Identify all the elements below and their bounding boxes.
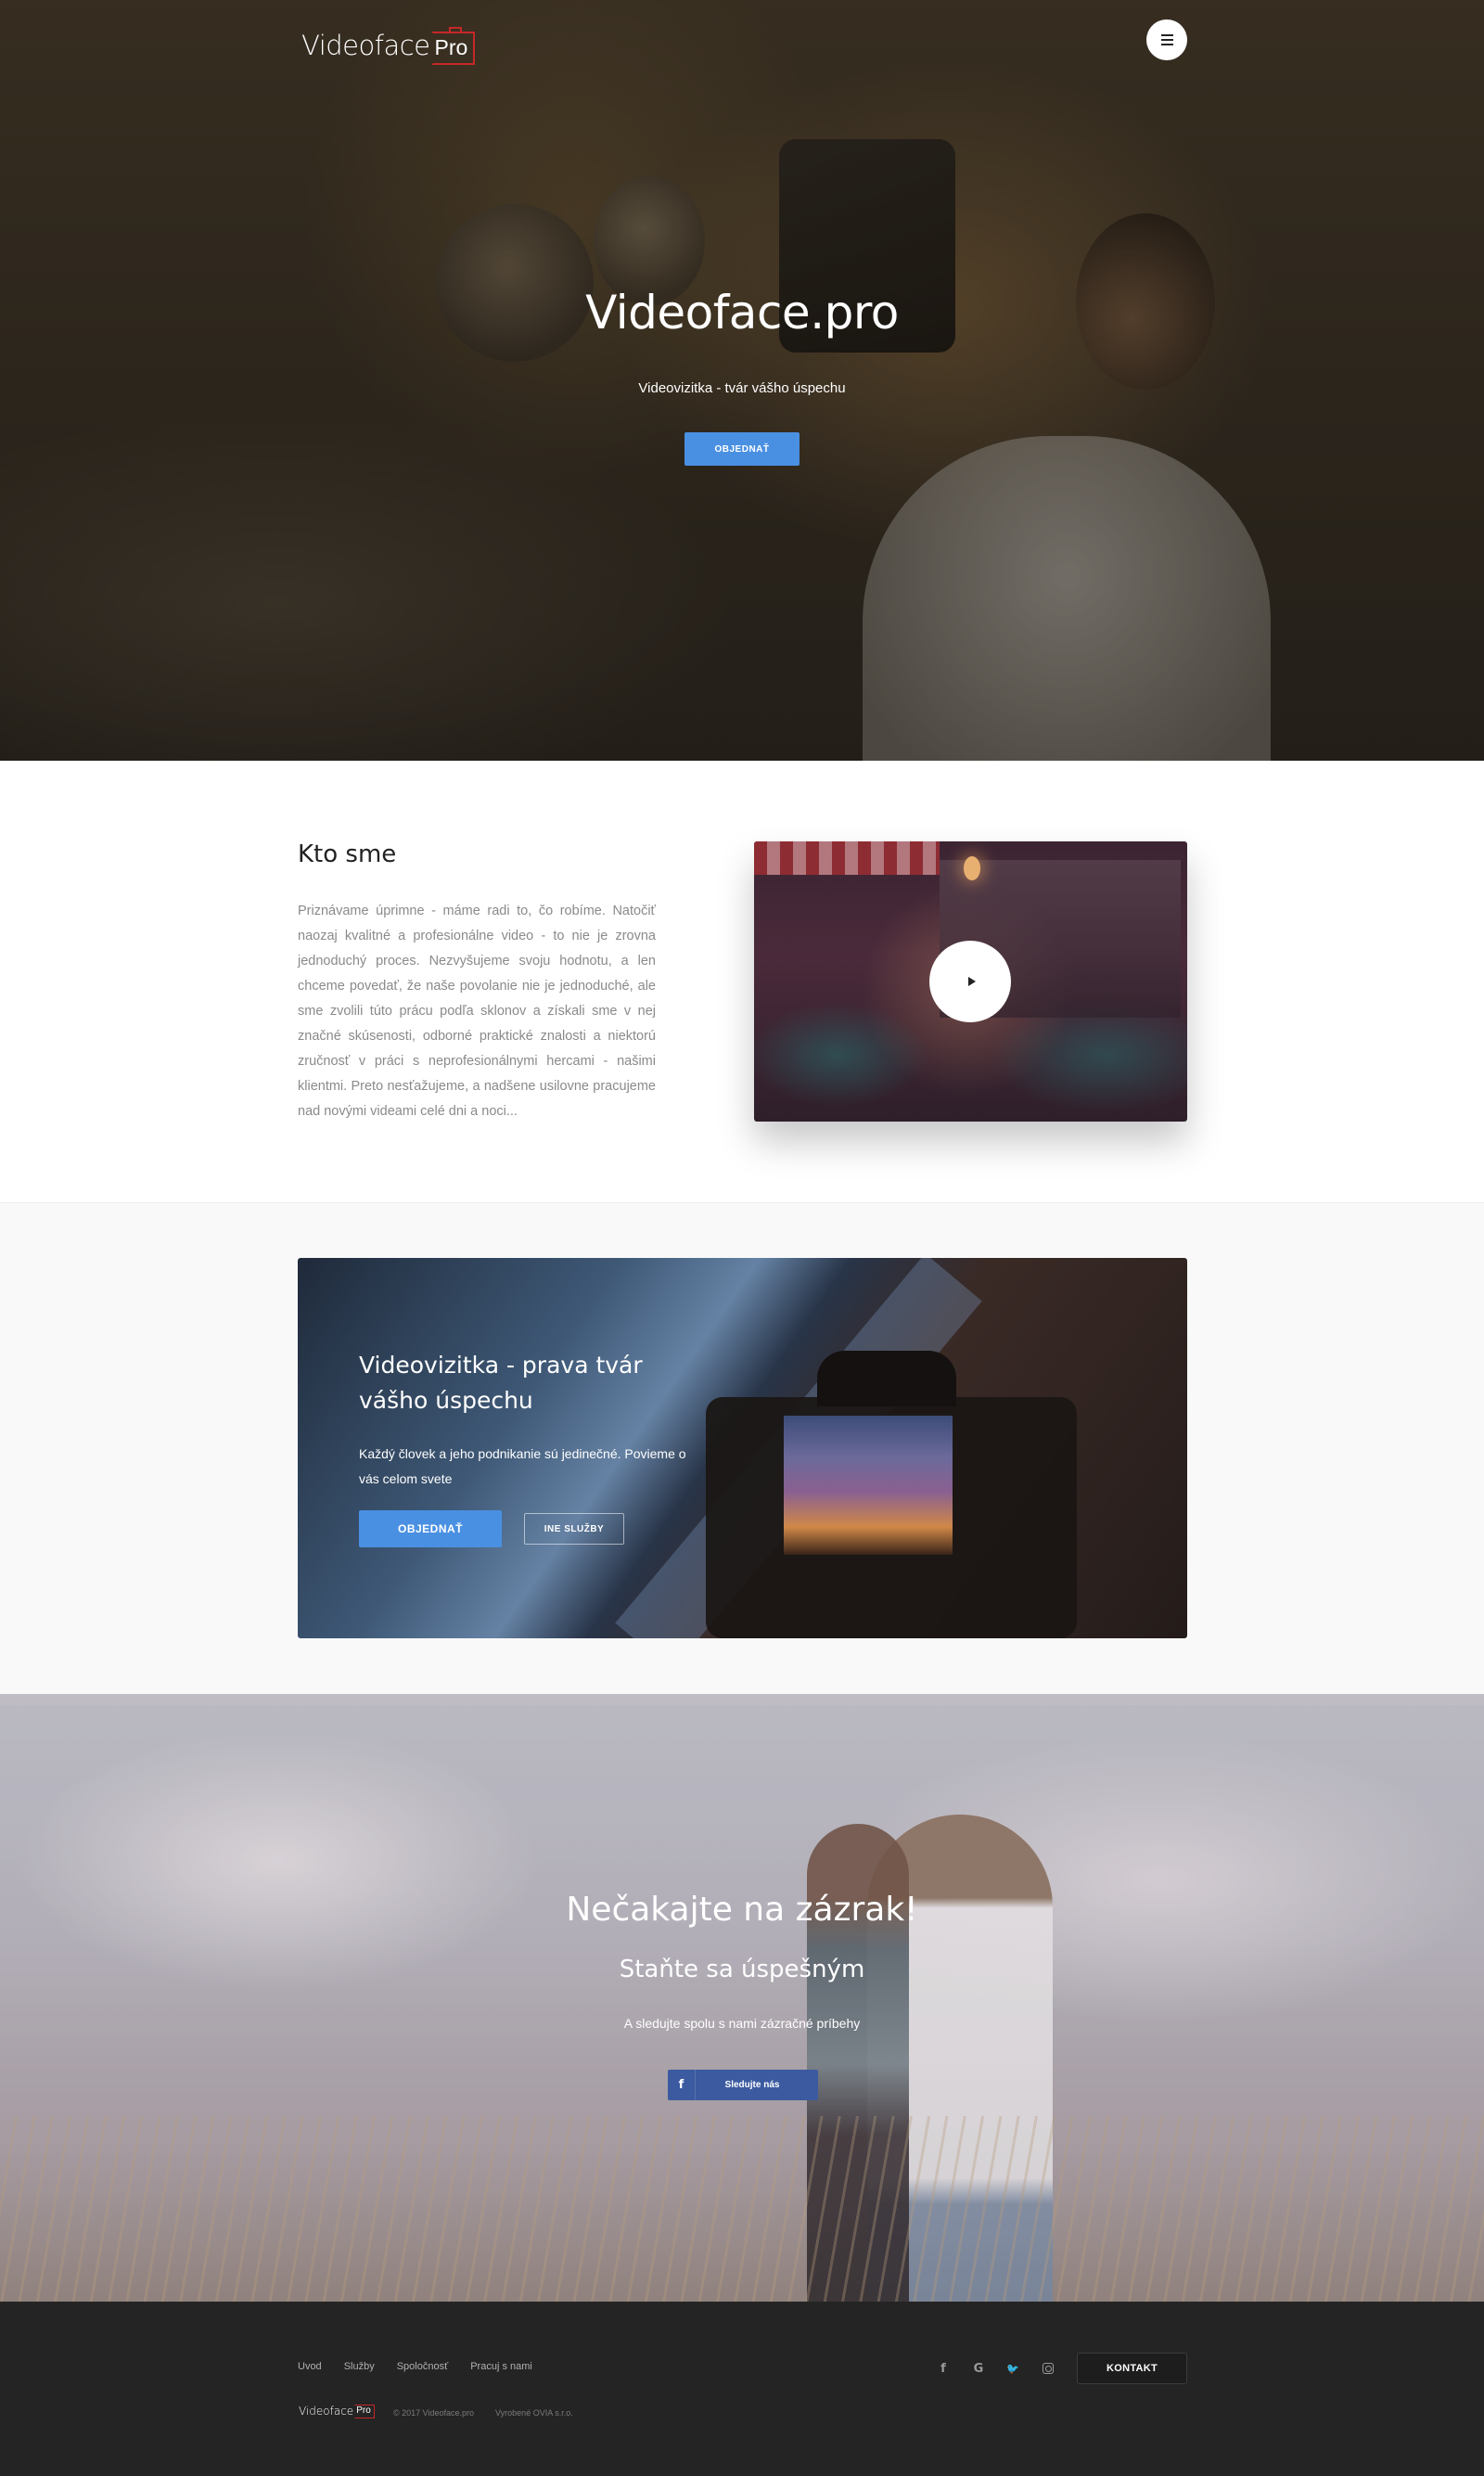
instagram-glyph (1043, 2363, 1054, 2374)
promo-camera-screen (784, 1416, 953, 1555)
footer-link-sluzby[interactable]: Služby (344, 2361, 375, 2372)
footer-nav: Uvod Služby Spoločnosť Pracuj s nami (298, 2361, 532, 2372)
other-services-button[interactable]: INE SLUŽBY (524, 1513, 624, 1545)
couple-subtitle: Staňte sa úspešným (619, 1956, 865, 1983)
promo-camera-top (817, 1351, 956, 1406)
video-thumbnail-awning (754, 841, 940, 875)
facebook-icon: f (668, 2070, 696, 2100)
promo-title: Videovizitka - prava tvár vášho úspechu (359, 1352, 643, 1414)
couple-title: Nečakajte na zázrak! (566, 1891, 918, 1929)
footer-link-uvod[interactable]: Uvod (298, 2361, 322, 2372)
hero-order-button[interactable]: OBJEDNAŤ (684, 432, 800, 466)
contact-button[interactable]: KONTAKT (1077, 2353, 1187, 2384)
header-logo[interactable]: Videoface Pro (301, 27, 476, 65)
google-icon[interactable]: G (970, 2360, 987, 2377)
video-thumbnail[interactable] (754, 841, 1187, 1122)
hero-subtitle: Videovizitka - tvár vášho úspechu (638, 380, 846, 396)
footer-made-by: Vyrobené OVIA s.r.o. (495, 2408, 573, 2418)
instagram-icon[interactable] (1040, 2360, 1056, 2377)
footer-link-spolocnost[interactable]: Spoločnosť (397, 2361, 449, 2372)
facebook-icon[interactable]: f (935, 2360, 952, 2377)
hamburger-icon (1160, 39, 1173, 41)
footer-link-pracuj[interactable]: Pracuj s nami (470, 2361, 532, 2372)
play-button[interactable] (929, 941, 1011, 1022)
couple-section (0, 1694, 1484, 2302)
footer-logo[interactable]: Videoface Pro (299, 2404, 375, 2418)
hamburger-icon (1160, 44, 1173, 45)
about-title: Kto sme (298, 840, 397, 868)
logo-word: Videoface (299, 2405, 354, 2418)
about-text: Priznávame úprimne - máme radi to, čo ro… (298, 904, 656, 1119)
facebook-follow-label: Sledujte nás (724, 2080, 780, 2090)
promo-card: Videovizitka - prava tvár vášho úspechu … (298, 1258, 1187, 1638)
facebook-follow-button[interactable]: f Sledujte nás (668, 2070, 818, 2100)
logo-pro-badge: Pro (430, 27, 476, 65)
couple-text: A sledujte spolu s nami zázračné príbehy (623, 2016, 861, 2031)
promo-text: Každý človek a jeho podnikanie sú jedine… (359, 1446, 686, 1486)
couple-overlay (0, 1694, 1484, 2302)
promo-order-button[interactable]: OBJEDNAŤ (359, 1510, 502, 1547)
hamburger-icon (1160, 34, 1173, 36)
logo-pro-badge: Pro (354, 2405, 375, 2418)
footer-copyright: © 2017 Videoface.pro (393, 2408, 475, 2418)
video-thumbnail-lamp (964, 856, 980, 880)
hero-title: Videoface.pro (585, 286, 899, 340)
footer (0, 2302, 1484, 2476)
logo-word: Videoface (301, 30, 430, 61)
menu-button[interactable] (1146, 19, 1187, 60)
twitter-icon[interactable]: 🐦 (1004, 2360, 1021, 2377)
play-icon (967, 977, 976, 986)
